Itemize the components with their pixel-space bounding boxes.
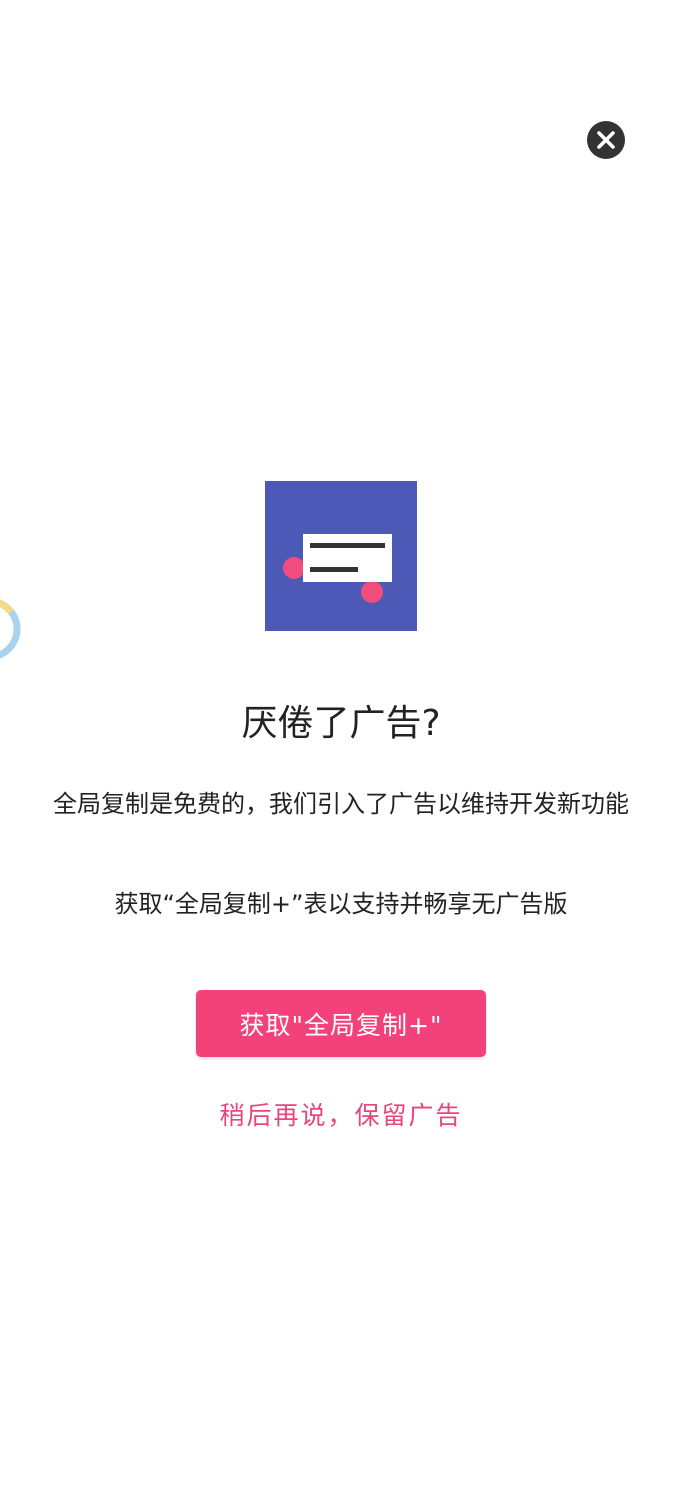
floating-ball[interactable] [0, 594, 24, 664]
dialog-title: 厌倦了广告? [241, 703, 441, 744]
dialog-description: 全局复制是免费的，我们引入了广告以维持开发新功能 [53, 790, 629, 818]
close-icon [597, 131, 615, 149]
app-logo [265, 481, 417, 631]
get-plus-button[interactable]: 获取"全局复制+" [196, 990, 486, 1057]
app-logo-icon [265, 481, 417, 631]
later-keep-ads-link[interactable]: 稍后再说，保留广告 [0, 1096, 682, 1136]
close-button[interactable] [587, 121, 625, 159]
dialog-description-plus: 获取“全局复制+”表以支持并畅享无广告版 [114, 890, 568, 918]
floating-ring-icon [0, 599, 21, 659]
